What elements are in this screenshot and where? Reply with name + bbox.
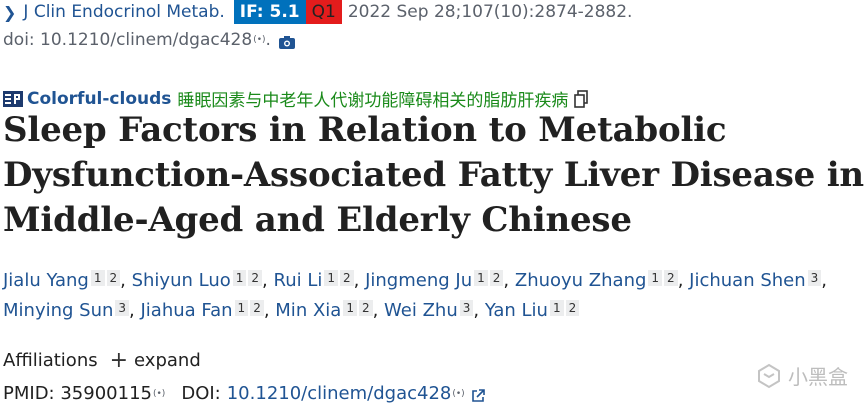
author-separator: , [677, 270, 690, 291]
broadcast-icon: (•) [152, 388, 166, 399]
affiliation-number[interactable]: 1 [648, 270, 663, 286]
author-item: Wei Zhu 3 [384, 300, 474, 321]
expand-button[interactable]: + expand [109, 347, 201, 373]
author-item: Minying Sun 3 [3, 300, 130, 321]
author-separator: , [129, 300, 141, 321]
author-name[interactable]: Jingmeng Ju [365, 270, 472, 291]
author-name[interactable]: Rui Li [274, 270, 323, 291]
affiliation-number[interactable]: 2 [248, 270, 263, 286]
pmid-label: PMID: [3, 383, 55, 404]
doi-link[interactable]: 10.1210/clinem/dgac428 [227, 383, 452, 404]
impact-factor-badge: IF: 5.1 [233, 0, 306, 24]
broadcast-icon: (•) [253, 35, 266, 45]
broadcast-icon: (•) [452, 388, 465, 399]
plus-icon: + [109, 347, 129, 373]
expand-label: expand [134, 350, 201, 371]
author-item: Rui Li 1 2 [274, 270, 354, 291]
doi-label: DOI: [181, 383, 221, 404]
affiliation-number[interactable]: 1 [549, 300, 564, 316]
author-item: Zhuoyu Zhang 1 2 [515, 270, 678, 291]
journal-link[interactable]: J Clin Endocrinol Metab. [23, 2, 224, 22]
period: . [265, 30, 271, 50]
author-item: Shiyun Luo 1 2 [132, 270, 263, 291]
affiliation-number[interactable]: 1 [234, 300, 249, 316]
external-link-icon[interactable] [471, 387, 485, 402]
affiliation-number[interactable]: 1 [232, 270, 247, 286]
ep-logo-icon [3, 90, 23, 107]
affiliation-number[interactable]: 3 [459, 300, 474, 316]
affiliation-number[interactable]: 3 [115, 300, 130, 316]
author-name[interactable]: Jialu Yang [3, 270, 89, 291]
author-separator: , [372, 300, 385, 321]
affiliation-number[interactable]: 2 [358, 300, 373, 316]
author-separator: , [263, 300, 276, 321]
watermark-logo-icon [756, 363, 782, 389]
citation-text: 2022 Sep 28;107(10):2874-2882. [347, 2, 633, 22]
author-list: Jialu Yang 1 2, Shiyun Luo 1 2, Rui Li 1 2, Ji… [3, 266, 863, 326]
affiliation-number[interactable]: 2 [250, 300, 264, 316]
copy-icon[interactable] [574, 89, 589, 108]
affiliation-number[interactable]: 2 [664, 270, 678, 286]
author-name[interactable]: Wei Zhu [384, 300, 458, 321]
affiliation-number[interactable]: 1 [90, 270, 105, 286]
affiliation-number[interactable]: 2 [106, 270, 121, 286]
affiliation-number[interactable]: 1 [324, 270, 338, 286]
affiliation-number[interactable]: 3 [807, 270, 822, 286]
author-item: Jichuan Shen 3 [689, 270, 822, 291]
author-separator: , [353, 270, 366, 291]
affiliation-number[interactable]: 1 [343, 300, 357, 316]
author-separator: , [473, 300, 485, 321]
journal-line: ❯ J Clin Endocrinol Metab. IF: 5.1 Q1 20… [3, 0, 632, 24]
ids-line: PMID: 35900115 (•) DOI: 10.1210/clinem/d… [3, 383, 485, 404]
author-name[interactable]: Jichuan Shen [689, 270, 806, 291]
author-item: Yan Liu 1 2 [485, 300, 580, 321]
author-separator: , [262, 270, 274, 291]
article-title: Sleep Factors in Relation to Metabolic D… [3, 110, 864, 240]
pmid-value: 35900115 [60, 383, 152, 404]
author-item: Jialu Yang 1 2 [3, 270, 121, 291]
affiliation-number[interactable]: 2 [340, 270, 354, 286]
author-item: Jiahua Fan 1 2 [140, 300, 264, 321]
affiliations-line: Affiliations + expand [3, 347, 201, 373]
author-name[interactable]: Zhuoyu Zhang [515, 270, 647, 291]
doi-line: doi: 10.1210/clinem/dgac428 (•). [3, 30, 295, 50]
watermark: 小黑盒 [756, 361, 848, 390]
affiliation-number[interactable]: 1 [474, 270, 488, 286]
author-item: Min Xia 1 2 [275, 300, 373, 321]
author-name[interactable]: Jiahua Fan [140, 300, 232, 321]
affiliation-number[interactable]: 2 [565, 300, 580, 316]
author-separator: , [120, 270, 132, 291]
affiliation-number[interactable]: 2 [489, 270, 504, 286]
quartile-badge: Q1 [305, 0, 342, 24]
author-name[interactable]: Shiyun Luo [132, 270, 231, 291]
author-separator: , [821, 270, 828, 291]
author-item: Jingmeng Ju 1 2 [365, 270, 504, 291]
author-separator: , [503, 270, 515, 291]
watermark-text: 小黑盒 [788, 365, 848, 389]
chevron-right-icon[interactable]: ❯ [3, 3, 16, 22]
author-name[interactable]: Min Xia [275, 300, 341, 321]
camera-icon[interactable] [278, 34, 295, 49]
author-name[interactable]: Minying Sun [3, 300, 113, 321]
author-name[interactable]: Yan Liu [485, 300, 548, 321]
translation-source[interactable]: Colorful-clouds [27, 89, 171, 109]
affiliations-label: Affiliations [3, 350, 98, 371]
doi-text: doi: 10.1210/clinem/dgac428 [3, 30, 253, 50]
